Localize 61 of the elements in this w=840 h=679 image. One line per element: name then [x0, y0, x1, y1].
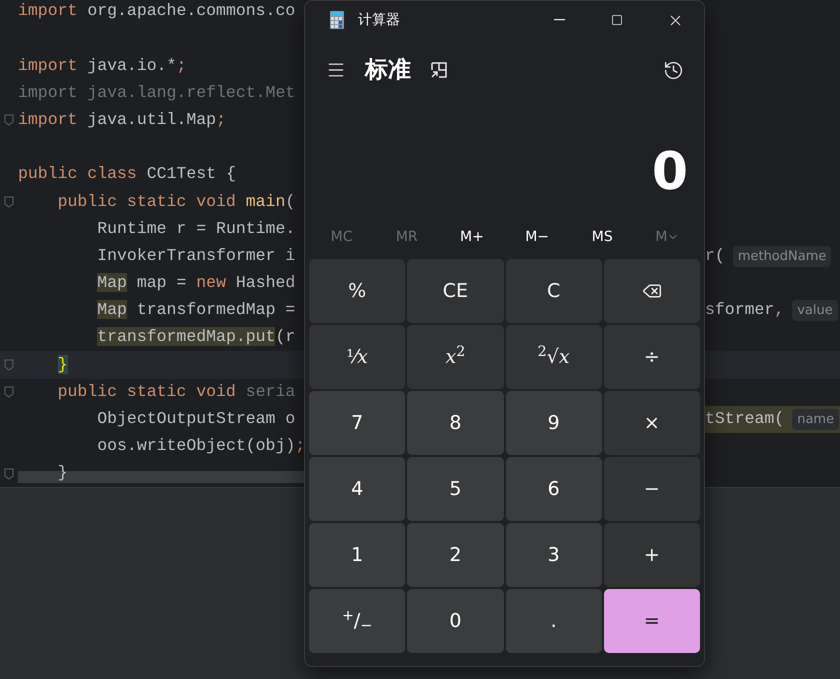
window-title: 计算器	[358, 10, 400, 30]
code-text: import java.util.Map;	[18, 108, 226, 131]
calculator-key[interactable]: 5	[407, 457, 504, 521]
calculator-key[interactable]: x$^{2}$	[407, 325, 504, 389]
code-text: import org.apache.commons.co	[18, 0, 296, 22]
calculator-key[interactable]: 1	[309, 523, 406, 587]
code-text: import java.lang.reflect.Met	[18, 82, 296, 104]
maximize-icon	[611, 14, 623, 26]
code-text: import java.io.*;	[18, 54, 186, 77]
calculator-key[interactable]: ÷	[604, 325, 700, 389]
keep-on-top-icon[interactable]	[429, 60, 449, 80]
calculator-key[interactable]: −	[604, 457, 700, 521]
calculator-key[interactable]: ×	[604, 391, 700, 455]
calculator-key[interactable]: ¹⁄x	[309, 325, 406, 389]
code-text: Runtime r = Runtime.	[96, 218, 296, 240]
code-text: sformer,	[705, 299, 784, 322]
fold-icon[interactable]	[4, 386, 14, 398]
code-text: tStream(	[705, 408, 784, 430]
memory-button[interactable]: MS	[570, 221, 635, 253]
calculator-key[interactable]: 7	[309, 391, 406, 455]
calculator-key[interactable]: 4	[309, 457, 406, 521]
calculator-key[interactable]: 3	[506, 523, 602, 587]
calculator-key[interactable]: 2	[407, 523, 504, 587]
calculator-key[interactable]: 8	[407, 391, 504, 455]
calculator-key[interactable]: .	[506, 589, 602, 653]
code-text: public static void seria	[56, 380, 296, 403]
calculator-key[interactable]: $^{+}$/$_{−}$	[309, 589, 406, 653]
fold-icon[interactable]	[4, 196, 14, 208]
code-text: public class CC1Test {	[18, 163, 236, 186]
fold-icon[interactable]	[4, 359, 14, 372]
code-text: }	[56, 462, 68, 484]
calculator-key[interactable]: CE	[407, 259, 504, 323]
code-text: transformedMap.put(r	[96, 326, 296, 348]
calculator-icon	[330, 11, 344, 29]
code-text: r(	[705, 244, 725, 267]
calculator-key[interactable]: 0	[407, 589, 504, 653]
calculator-key[interactable]: +	[604, 523, 700, 587]
parameter-hint: value	[792, 300, 838, 322]
mode-title: 标准	[365, 56, 411, 85]
fold-icon[interactable]	[4, 468, 14, 480]
parameter-hint: name	[792, 408, 840, 430]
code-text: }	[56, 354, 68, 376]
calculator-key[interactable]: 6	[506, 457, 602, 521]
minimize-icon	[554, 19, 564, 21]
calculator-key[interactable]: C	[506, 259, 602, 323]
code-text: public static void main(	[56, 190, 296, 213]
calculator-key[interactable]: 9	[506, 391, 602, 455]
code-text: Map map = new Hashed	[96, 272, 296, 294]
display-value: 0	[652, 141, 688, 204]
parameter-hint: methodName	[732, 246, 832, 267]
memory-button[interactable]: M+	[439, 221, 505, 253]
code-text: InvokerTransformer i	[96, 244, 296, 267]
calculator-key[interactable]: $^{2}$√x	[506, 325, 602, 389]
history-icon[interactable]	[663, 60, 684, 80]
calculator-key[interactable]: %	[309, 259, 406, 323]
code-text: ObjectOutputStream o	[96, 408, 296, 430]
code-text: Map transformedMap =	[96, 299, 296, 322]
equals-key[interactable]: =	[604, 589, 700, 653]
memory-button[interactable]: M−	[504, 221, 570, 253]
fold-icon[interactable]	[4, 114, 14, 126]
code-text: oos.writeObject(obj);	[96, 435, 306, 458]
